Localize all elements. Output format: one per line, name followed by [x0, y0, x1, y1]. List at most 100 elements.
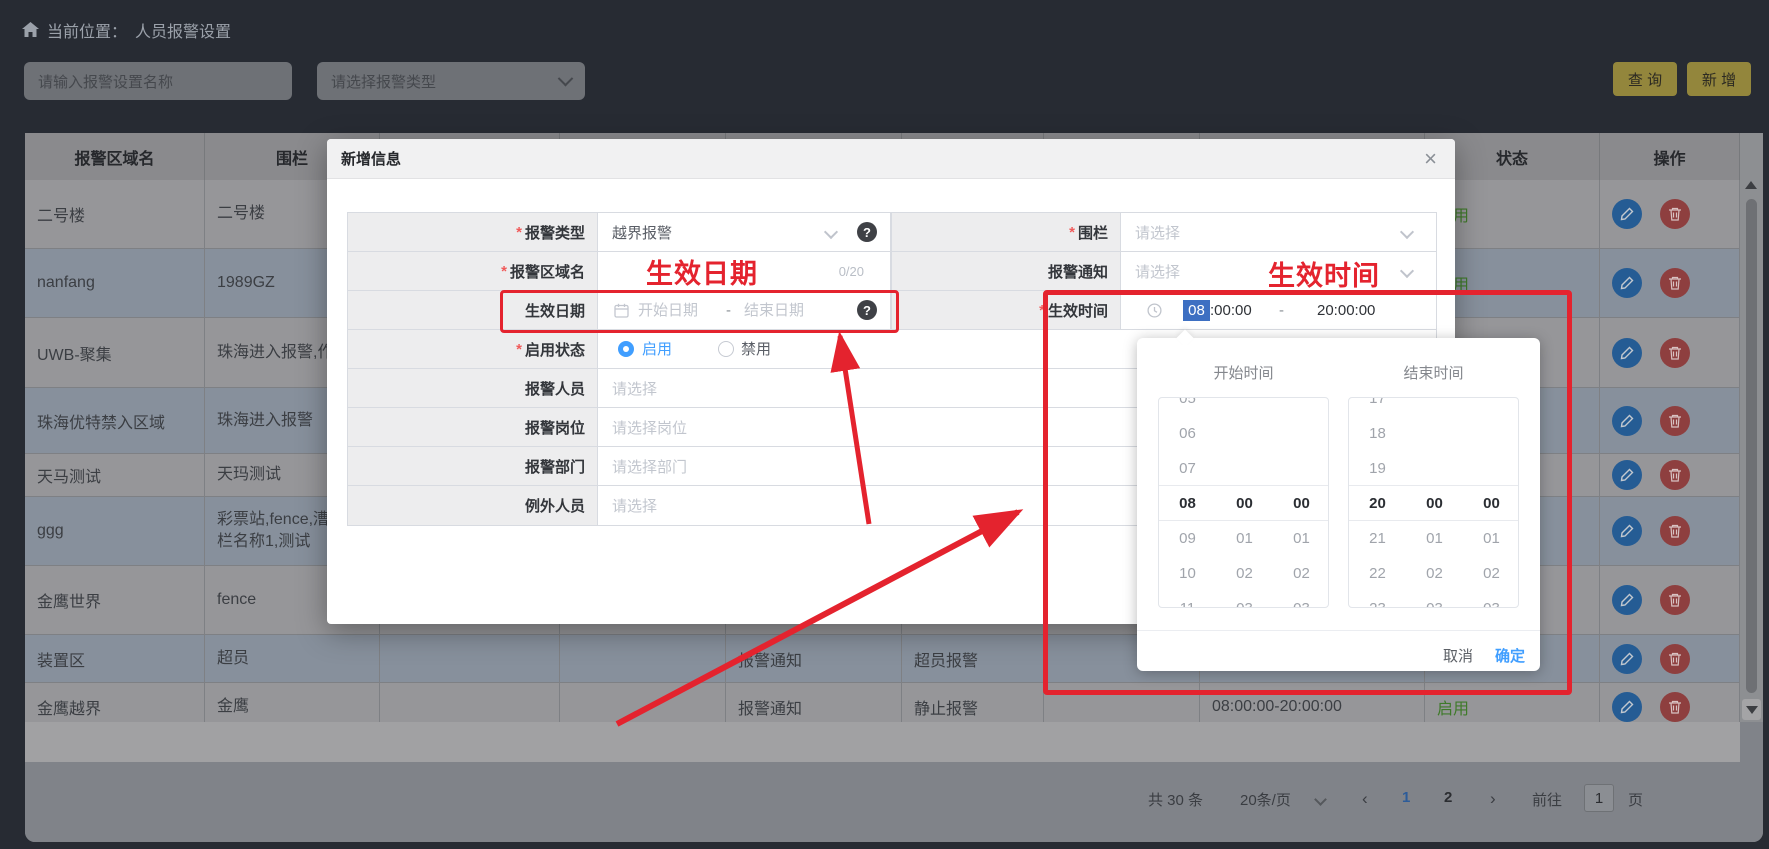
chevron-down-icon	[824, 225, 838, 239]
home-icon[interactable]	[22, 22, 39, 38]
label-alarm-notify: 报警通知	[891, 252, 1121, 290]
cell-area-name: 天马测试	[25, 454, 205, 496]
page-size-select[interactable]: 20条/页	[1240, 789, 1291, 810]
label-exception-person: 例外人员	[348, 486, 598, 525]
cell-area-name: nanfang	[25, 249, 205, 317]
delete-button[interactable]	[1660, 585, 1690, 615]
breadcrumb-label: 当前位置：	[47, 18, 127, 42]
edit-button[interactable]	[1612, 516, 1642, 546]
edit-button[interactable]	[1612, 692, 1642, 722]
app-root: 当前位置： 人员报警设置 请输入报警设置名称 请选择报警类型 查 询 新 增 报…	[0, 0, 1769, 849]
fence-select-field[interactable]: 请选择	[1121, 213, 1436, 251]
label-alarm-person: 报警人员	[348, 369, 598, 407]
delete-button[interactable]	[1660, 516, 1690, 546]
label-alarm-post: 报警岗位	[348, 408, 598, 446]
cell-area-name: 二号楼	[25, 180, 205, 248]
cell-ops	[1600, 249, 1740, 317]
edit-button[interactable]	[1612, 338, 1642, 368]
cell-ops	[1600, 318, 1740, 387]
chevron-down-icon	[1400, 264, 1414, 278]
delete-button[interactable]	[1660, 644, 1690, 674]
search-button[interactable]: 查 询	[1613, 62, 1677, 96]
table-footer: 共 30 条 20条/页 ‹ 1 2 › 前往 1 页	[25, 762, 1763, 842]
goto-label: 前往	[1532, 789, 1562, 810]
dept-placeholder: 请选择部门	[612, 456, 687, 477]
alarm-name-input[interactable]: 请输入报警设置名称	[24, 62, 292, 100]
delete-button[interactable]	[1660, 406, 1690, 436]
help-icon[interactable]: ?	[857, 222, 877, 242]
edit-button[interactable]	[1612, 199, 1642, 229]
edit-button[interactable]	[1612, 644, 1642, 674]
page-1-button[interactable]: 1	[1402, 789, 1410, 806]
required-mark: *	[516, 341, 522, 358]
add-button[interactable]: 新 增	[1687, 62, 1751, 96]
goto-suffix: 页	[1628, 789, 1643, 810]
chevron-down-icon	[558, 70, 574, 86]
modal-header: 新增信息 ×	[327, 139, 1455, 179]
radio-enable-on[interactable]	[618, 341, 634, 357]
scrollbar-thumb[interactable]	[1746, 199, 1757, 693]
scroll-down-button[interactable]	[1742, 699, 1761, 720]
edit-button[interactable]	[1612, 268, 1642, 298]
cell-empty	[560, 635, 726, 682]
radio-on-label[interactable]: 启用	[642, 330, 672, 369]
label-alarm-type: * 报警类型	[348, 213, 598, 251]
cell-ops	[1600, 635, 1740, 682]
table-bottom-strip	[25, 722, 1740, 762]
edit-button[interactable]	[1612, 406, 1642, 436]
delete-button[interactable]	[1660, 460, 1690, 490]
cell-fence: 超员	[205, 635, 380, 682]
label-alarm-dept: 报警部门	[348, 447, 598, 485]
radio-off-label[interactable]: 禁用	[741, 330, 771, 369]
radio-enable-off[interactable]	[718, 341, 734, 357]
post-placeholder: 请选择岗位	[612, 417, 687, 438]
exception-placeholder: 请选择	[612, 495, 657, 516]
notify-placeholder: 请选择	[1135, 261, 1180, 282]
scroll-up-icon[interactable]	[1745, 181, 1757, 189]
alarm-type-select[interactable]: 请选择报警类型	[317, 62, 585, 100]
edit-button[interactable]	[1612, 460, 1642, 490]
annotation-time-label: 生效时间	[1268, 254, 1380, 293]
cell-area-name: 金鹰世界	[25, 566, 205, 634]
cell-area-name: 装置区	[25, 635, 205, 682]
header-ops: 操作	[1600, 133, 1740, 180]
delete-button[interactable]	[1660, 692, 1690, 722]
alarm-type-value: 越界报警	[612, 222, 672, 243]
prev-page-button[interactable]: ‹	[1362, 789, 1368, 809]
required-mark: *	[1069, 224, 1075, 241]
label-fence: * 围栏	[891, 213, 1121, 251]
delete-button[interactable]	[1660, 338, 1690, 368]
cell-ops	[1600, 566, 1740, 634]
label-area-name: * 报警区域名	[348, 252, 598, 290]
cell-notify: 报警通知	[726, 635, 902, 682]
next-page-button[interactable]: ›	[1490, 789, 1496, 809]
cell-area-name: ggg	[25, 497, 205, 565]
scroll-down-icon	[1746, 706, 1758, 714]
label-enable-status: * 启用状态	[348, 330, 598, 368]
required-mark: *	[516, 224, 522, 241]
cell-area-name: UWB-聚集	[25, 318, 205, 387]
header-area-name: 报警区域名	[25, 133, 205, 180]
form-row-alarm-type: * 报警类型 越界报警 ? * 围栏 请选择	[348, 213, 1436, 252]
cell-ops	[1600, 497, 1740, 565]
cell-ops	[1600, 454, 1740, 496]
breadcrumb: 当前位置： 人员报警设置	[22, 18, 231, 42]
alarm-type-select-field[interactable]: 越界报警 ?	[598, 213, 891, 251]
page-title: 人员报警设置	[135, 18, 231, 42]
page-2-button[interactable]: 2	[1444, 789, 1452, 806]
required-mark: *	[501, 263, 507, 280]
annotation-box-time	[1043, 290, 1572, 695]
close-icon[interactable]: ×	[1418, 145, 1443, 173]
alarm-type-placeholder: 请选择报警类型	[331, 71, 436, 92]
delete-button[interactable]	[1660, 199, 1690, 229]
goto-page-input[interactable]: 1	[1584, 784, 1614, 812]
cell-ops	[1600, 180, 1740, 248]
chevron-down-icon	[1400, 225, 1414, 239]
alarm-name-placeholder: 请输入报警设置名称	[38, 71, 173, 92]
modal-title: 新增信息	[341, 148, 401, 169]
cell-ops	[1600, 388, 1740, 453]
person-placeholder: 请选择	[612, 378, 657, 399]
delete-button[interactable]	[1660, 268, 1690, 298]
edit-button[interactable]	[1612, 585, 1642, 615]
cell-empty	[380, 635, 560, 682]
